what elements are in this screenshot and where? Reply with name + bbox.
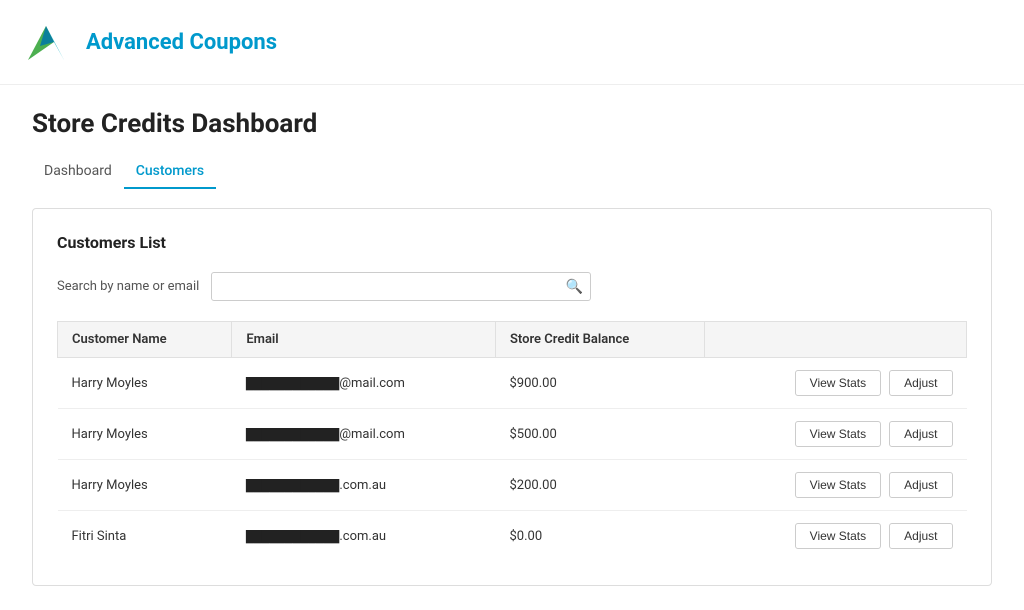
credit-balance: $900.00	[496, 358, 705, 409]
customer-name: Fitri Sinta	[58, 511, 232, 562]
customers-card: Customers List Search by name or email 🔍…	[32, 208, 992, 586]
action-cell: View Stats Adjust	[705, 409, 967, 460]
table-row: Harry Moyles████████████@mail.com$500.00…	[58, 409, 967, 460]
search-input[interactable]	[211, 272, 591, 301]
customer-email: ████████████.com.au	[232, 511, 496, 562]
table-row: Harry Moyles████████████.com.au$200.00Vi…	[58, 460, 967, 511]
credit-balance: $200.00	[496, 460, 705, 511]
search-input-wrapper: 🔍	[211, 272, 591, 301]
tab-dashboard[interactable]: Dashboard	[32, 155, 124, 189]
credit-balance: $500.00	[496, 409, 705, 460]
redacted-email-prefix: ████████████	[246, 479, 340, 492]
redacted-email-prefix: ████████████	[246, 428, 340, 441]
search-row: Search by name or email 🔍	[57, 272, 967, 301]
customer-name: Harry Moyles	[58, 460, 232, 511]
customer-name: Harry Moyles	[58, 409, 232, 460]
logo: Advanced Coupons	[24, 16, 277, 68]
view-stats-button[interactable]: View Stats	[795, 523, 881, 549]
card-title: Customers List	[57, 233, 967, 252]
adjust-button[interactable]: Adjust	[889, 472, 952, 498]
tab-customers[interactable]: Customers	[124, 155, 216, 189]
action-cell: View Stats Adjust	[705, 511, 967, 562]
logo-icon	[24, 16, 76, 68]
customers-table: Customer Name Email Store Credit Balance…	[57, 321, 967, 561]
adjust-button[interactable]: Adjust	[889, 523, 952, 549]
customer-email: ████████████.com.au	[232, 460, 496, 511]
view-stats-button[interactable]: View Stats	[795, 421, 881, 447]
table-row: Harry Moyles████████████@mail.com$900.00…	[58, 358, 967, 409]
customer-email: ████████████@mail.com	[232, 409, 496, 460]
customer-email: ████████████@mail.com	[232, 358, 496, 409]
main-content: Store Credits Dashboard Dashboard Custom…	[0, 85, 1000, 610]
adjust-button[interactable]: Adjust	[889, 421, 952, 447]
col-balance: Store Credit Balance	[496, 322, 705, 358]
search-icon: 🔍	[566, 279, 583, 295]
action-cell: View Stats Adjust	[705, 358, 967, 409]
search-label: Search by name or email	[57, 279, 199, 294]
page-title: Store Credits Dashboard	[32, 109, 968, 139]
tabs: Dashboard Customers	[32, 155, 968, 188]
logo-text: Advanced Coupons	[86, 30, 277, 55]
col-name: Customer Name	[58, 322, 232, 358]
header: Advanced Coupons	[0, 0, 1024, 85]
adjust-button[interactable]: Adjust	[889, 370, 952, 396]
table-row: Fitri Sinta████████████.com.au$0.00View …	[58, 511, 967, 562]
redacted-email-prefix: ████████████	[246, 377, 340, 390]
table-header-row: Customer Name Email Store Credit Balance	[58, 322, 967, 358]
redacted-email-prefix: ████████████	[246, 530, 340, 543]
credit-balance: $0.00	[496, 511, 705, 562]
view-stats-button[interactable]: View Stats	[795, 472, 881, 498]
col-actions	[705, 322, 967, 358]
action-cell: View Stats Adjust	[705, 460, 967, 511]
col-email: Email	[232, 322, 496, 358]
view-stats-button[interactable]: View Stats	[795, 370, 881, 396]
customer-name: Harry Moyles	[58, 358, 232, 409]
